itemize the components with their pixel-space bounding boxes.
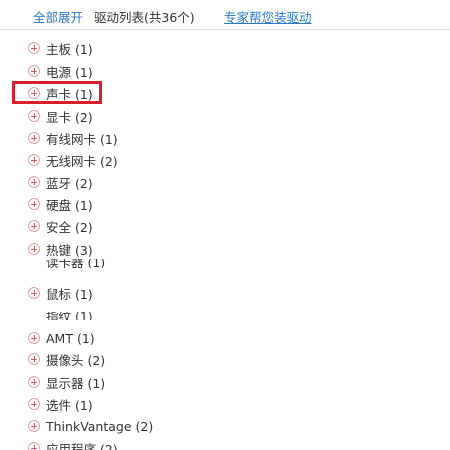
expand-plus-icon[interactable]	[28, 42, 40, 54]
category-label: 声卡 (1)	[46, 86, 93, 102]
expand-plus-icon[interactable]	[28, 398, 40, 410]
category-label: 显卡 (2)	[46, 109, 93, 125]
expand-plus-icon[interactable]	[28, 87, 40, 99]
category-item-card-reader[interactable]: 读卡器 (1)	[28, 259, 105, 268]
expand-plus-icon[interactable]	[28, 353, 40, 365]
category-label: 电源 (1)	[46, 64, 93, 80]
expand-plus-icon[interactable]	[28, 198, 40, 210]
category-item-applications[interactable]: 应用程序 (2)	[28, 438, 118, 450]
driver-category-list: 主板 (1) 电源 (1) 声卡 (1) 显卡 (2) 有线网卡 (1) 无线网…	[0, 0, 450, 450]
expand-plus-icon[interactable]	[28, 110, 40, 122]
category-label: 安全 (2)	[46, 219, 93, 235]
category-item-sound-card[interactable]: 声卡 (1)	[28, 83, 93, 103]
category-label: ThinkVantage (2)	[46, 418, 154, 434]
category-item-thinkvantage[interactable]: ThinkVantage (2)	[28, 416, 153, 436]
expand-plus-icon[interactable]	[28, 65, 40, 77]
category-label: 热键 (3)	[46, 242, 93, 258]
category-label: 有线网卡 (1)	[46, 131, 118, 147]
category-item-mouse[interactable]: 鼠标 (1)	[28, 283, 93, 303]
expand-plus-icon[interactable]	[28, 220, 40, 232]
category-item-amt[interactable]: AMT (1)	[28, 328, 95, 348]
category-label: 鼠标 (1)	[46, 286, 93, 302]
screenshot-tear-gap	[0, 268, 450, 282]
category-label: AMT (1)	[46, 330, 95, 346]
category-label: 蓝牙 (2)	[46, 175, 93, 191]
expand-plus-icon[interactable]	[28, 287, 40, 299]
category-label: 主板 (1)	[46, 41, 93, 57]
category-label: 应用程序 (2)	[46, 441, 118, 450]
category-item-wireless-nic[interactable]: 无线网卡 (2)	[28, 150, 118, 170]
category-item-bluetooth[interactable]: 蓝牙 (2)	[28, 172, 93, 192]
category-label: 摄像头 (2)	[46, 352, 106, 368]
category-item-power[interactable]: 电源 (1)	[28, 61, 93, 81]
category-label: 无线网卡 (2)	[46, 153, 118, 169]
category-item-camera[interactable]: 摄像头 (2)	[28, 349, 105, 369]
expand-plus-icon[interactable]	[28, 442, 40, 450]
expand-plus-icon[interactable]	[28, 154, 40, 166]
category-item-hotkey[interactable]: 热键 (3)	[28, 239, 93, 259]
category-label: 硬盘 (1)	[46, 197, 93, 213]
driver-list-page: 全部展开 驱动列表(共36个) 专家帮您装驱动 主板 (1) 电源 (1) 声卡…	[0, 0, 450, 450]
category-item-fingerprint[interactable]: 指纹 (1)	[28, 312, 93, 320]
expand-plus-icon[interactable]	[28, 132, 40, 144]
category-item-graphics-card[interactable]: 显卡 (2)	[28, 106, 93, 126]
category-item-security[interactable]: 安全 (2)	[28, 216, 93, 236]
expand-plus-icon[interactable]	[28, 420, 40, 432]
expand-plus-icon[interactable]	[28, 376, 40, 388]
expand-plus-icon[interactable]	[28, 332, 40, 344]
expand-plus-icon[interactable]	[28, 176, 40, 188]
category-item-monitor[interactable]: 显示器 (1)	[28, 372, 105, 392]
category-label: 显示器 (1)	[46, 375, 106, 391]
category-label: 选件 (1)	[46, 397, 93, 413]
category-item-motherboard[interactable]: 主板 (1)	[28, 38, 93, 58]
category-label: 读卡器 (1)	[46, 259, 106, 268]
category-item-options[interactable]: 选件 (1)	[28, 394, 93, 414]
category-label: 指纹 (1)	[46, 312, 93, 320]
expand-plus-icon[interactable]	[28, 243, 40, 255]
category-item-hard-disk[interactable]: 硬盘 (1)	[28, 194, 93, 214]
category-item-wired-nic[interactable]: 有线网卡 (1)	[28, 128, 118, 148]
